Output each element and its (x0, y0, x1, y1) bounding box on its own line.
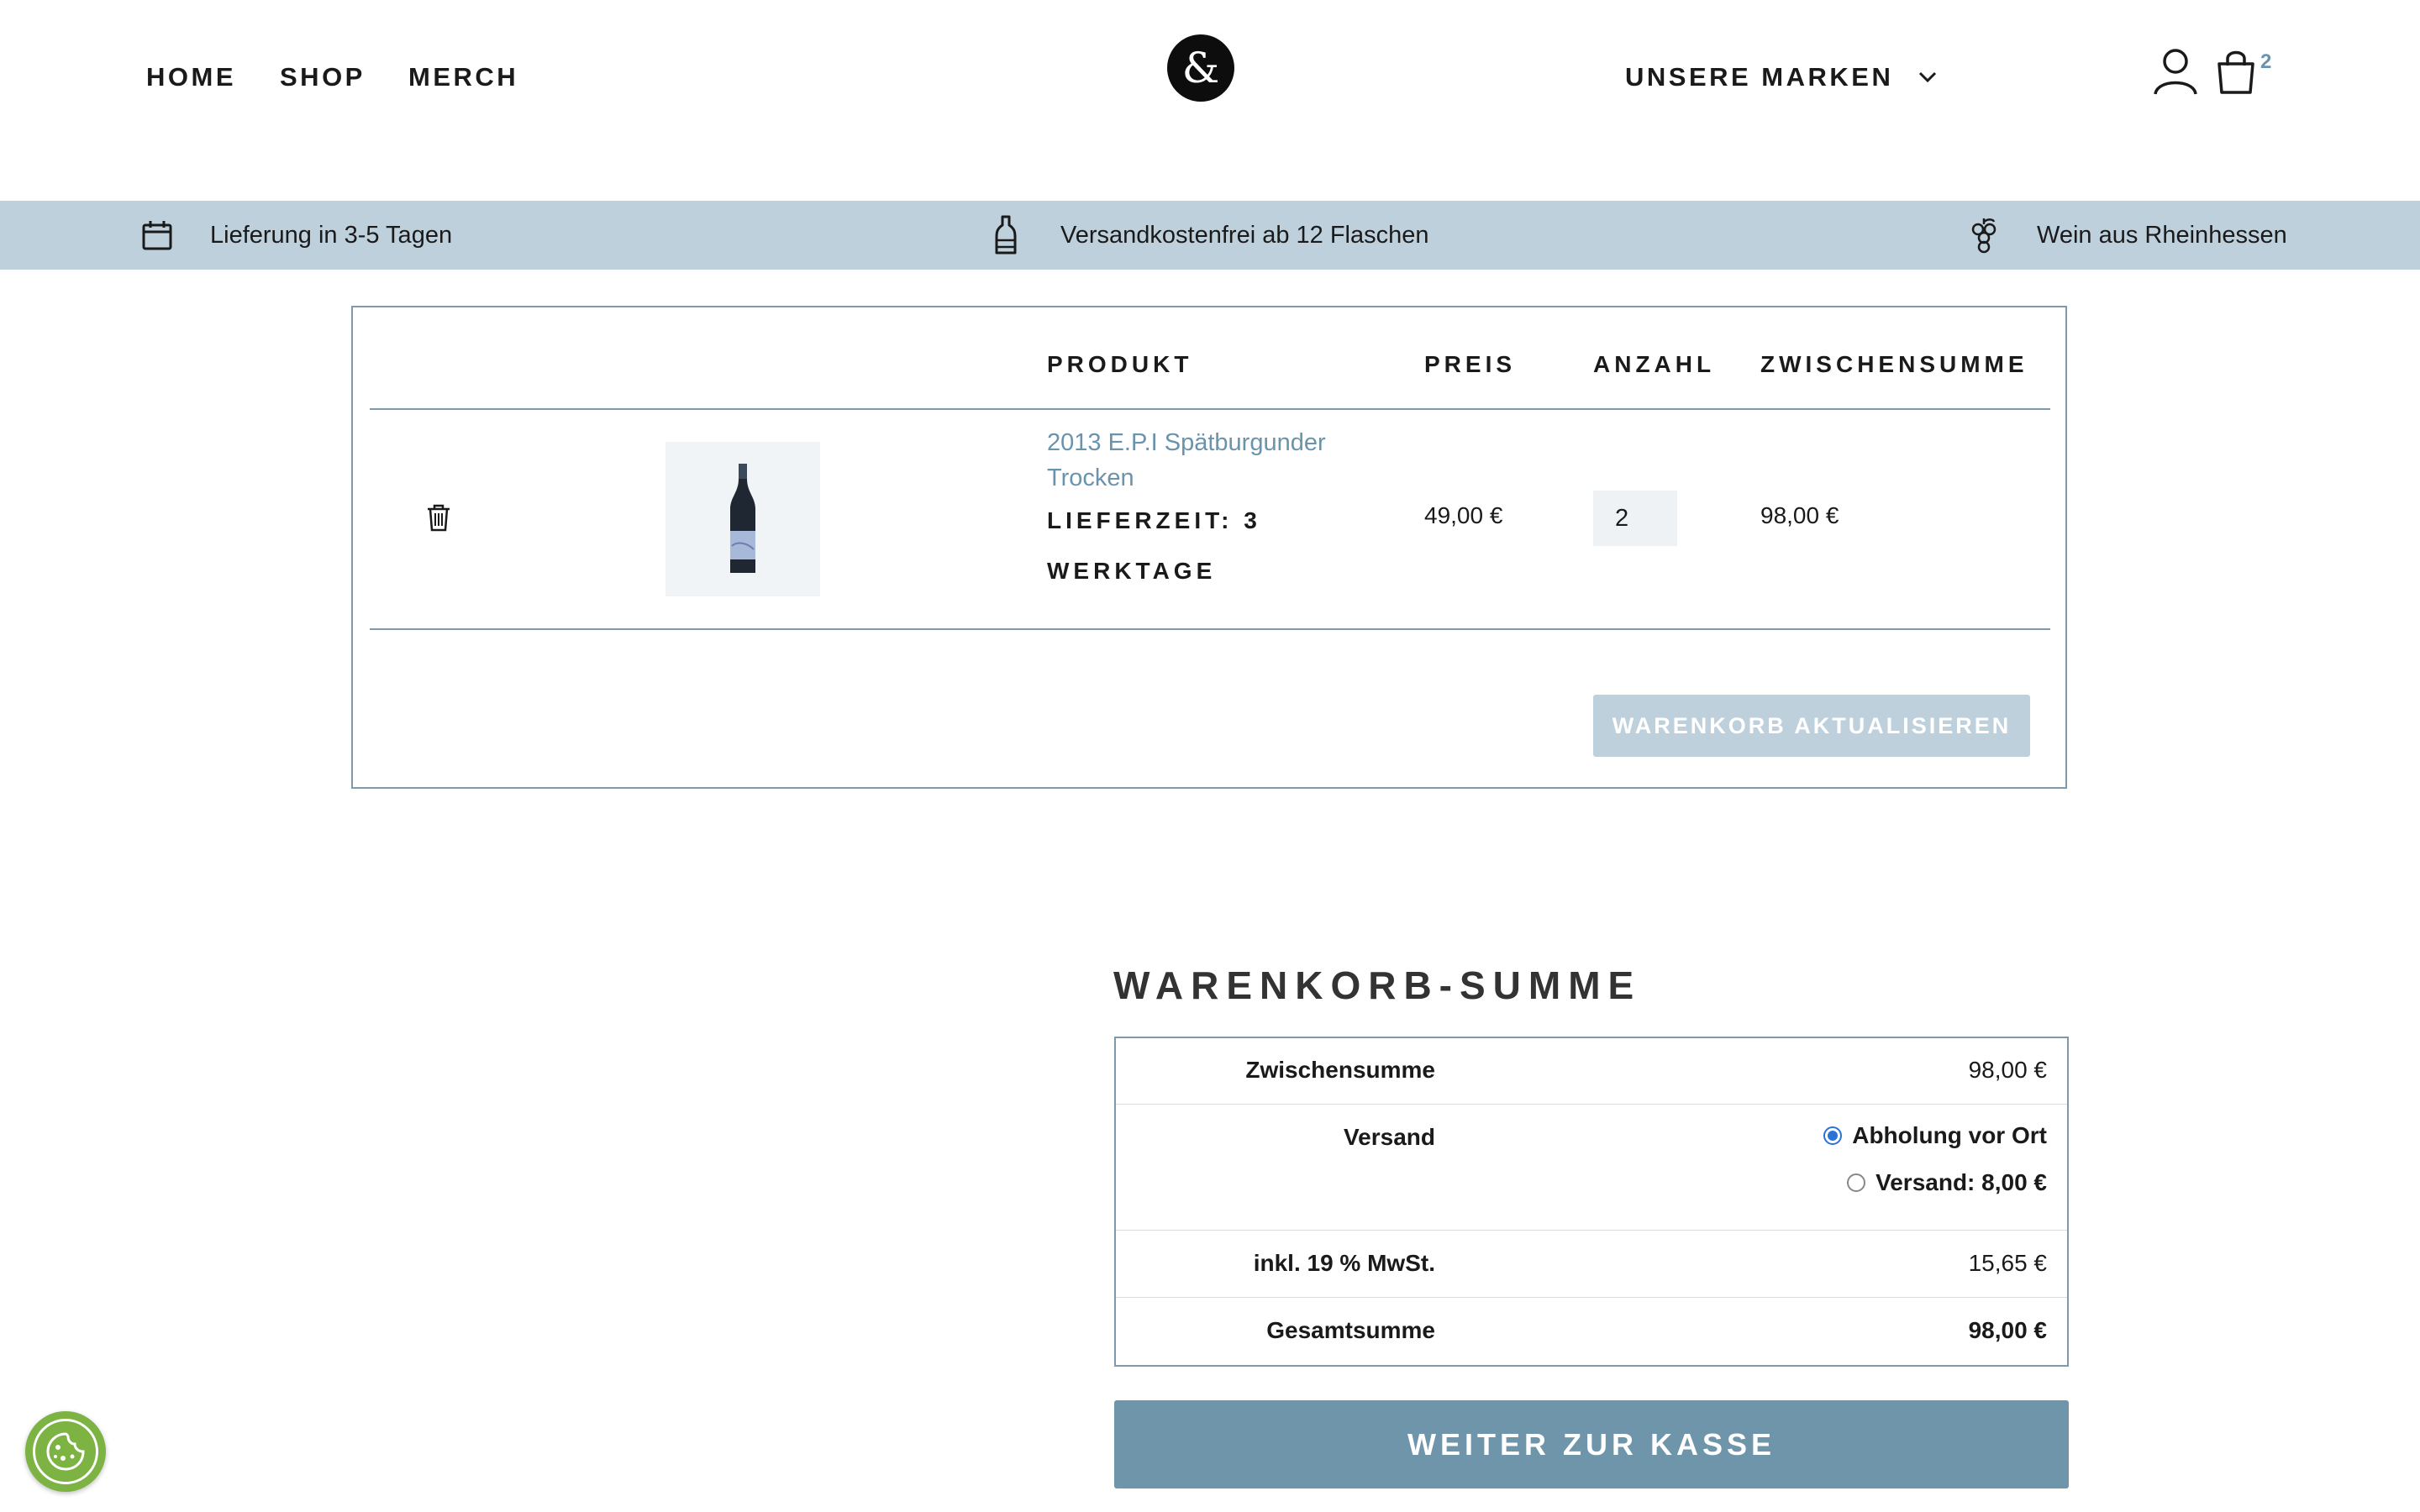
col-header-product: PRODUKT (1047, 351, 1193, 377)
delivery-time-note: LIEFERZEIT: 3 WERKTAGE (1047, 496, 1383, 596)
product-name-line2: Trocken (1047, 465, 1134, 491)
user-icon (2154, 49, 2197, 95)
item-price: 49,00 € (1424, 502, 1503, 528)
cart-totals-table: Zwischensumme 98,00 € Versand Abholung v… (1114, 1037, 2069, 1367)
info-delivery-text: Lieferung in 3-5 Tagen (210, 221, 453, 249)
shopping-bag-icon (2217, 50, 2254, 94)
delivery-radio[interactable] (1847, 1173, 1866, 1192)
product-name-link[interactable]: 2013 E.P.I Spätburgunder Trocken (1047, 425, 1383, 496)
cart-count-badge: 2 (2260, 50, 2272, 73)
calendar-icon (142, 221, 172, 250)
table-divider (370, 628, 2050, 630)
pickup-radio[interactable] (1823, 1126, 1843, 1145)
product-thumbnail[interactable] (666, 442, 820, 596)
subtotal-value: 98,00 € (1968, 1057, 2047, 1083)
checkout-button[interactable]: WEITER ZUR KASSE (1114, 1400, 2069, 1488)
total-value: 98,00 € (1968, 1317, 2047, 1343)
col-header-subtotal: ZWISCHENSUMME (1760, 351, 2028, 377)
nav-merch[interactable]: MERCH (408, 59, 518, 96)
product-info: 2013 E.P.I Spätburgunder Trocken LIEFERZ… (1047, 425, 1383, 596)
product-name-line1: 2013 E.P.I Spätburgunder (1047, 429, 1326, 456)
shipping-option-pickup[interactable]: Abholung vor Ort (1823, 1122, 2047, 1149)
trash-icon (428, 504, 450, 532)
info-delivery: Lieferung in 3-5 Tagen (141, 201, 452, 270)
item-subtotal: 98,00 € (1760, 502, 1839, 528)
info-origin-text: Wein aus Rheinhessen (2037, 221, 2287, 249)
nav-home[interactable]: HOME (146, 59, 236, 96)
delivery-label: Versand: 8,00 € (1876, 1169, 2047, 1195)
remove-item-button[interactable] (425, 502, 452, 533)
tax-value: 15,65 € (1968, 1250, 2047, 1276)
delivery-time-line1: LIEFERZEIT: 3 (1047, 507, 1261, 533)
brands-dropdown[interactable]: UNSERE MARKEN (1625, 59, 1937, 96)
wine-bottle-image (730, 464, 755, 573)
tax-label: inkl. 19 % MwSt. (1253, 1250, 1435, 1276)
grapes-icon (1971, 218, 1996, 254)
cookie-icon (33, 1419, 98, 1484)
account-button[interactable] (2153, 47, 2198, 96)
update-cart-button[interactable]: WARENKORB AKTUALISIEREN (1593, 695, 2030, 757)
col-header-price: PREIS (1424, 351, 1517, 377)
info-origin: Wein aus Rheinhessen (1968, 201, 2287, 270)
shipping-label: Versand (1344, 1124, 1435, 1150)
cart-button[interactable] (2215, 47, 2257, 94)
info-shipping: Versandkostenfrei ab 12 Flaschen (995, 201, 1429, 270)
col-header-quantity: ANZAHL (1593, 351, 1716, 377)
info-shipping-text: Versandkostenfrei ab 12 Flaschen (1060, 221, 1429, 249)
shipping-option-delivery[interactable]: Versand: 8,00 € (1847, 1169, 2047, 1196)
row-divider (1116, 1104, 2067, 1105)
logo[interactable]: & (1166, 34, 1235, 102)
svg-text:&: & (1182, 44, 1220, 92)
cart-totals-title: WARENKORB-SUMME (1113, 963, 1642, 1007)
brands-dropdown-label: UNSERE MARKEN (1625, 62, 1894, 92)
row-divider (1116, 1297, 2067, 1298)
delivery-time-line2: WERKTAGE (1047, 558, 1217, 584)
pickup-label: Abholung vor Ort (1852, 1122, 2047, 1148)
table-divider (370, 408, 2050, 410)
bottle-icon (995, 215, 1017, 255)
cookie-settings-button[interactable] (25, 1411, 106, 1492)
ampersand-logo-icon: & (1167, 34, 1234, 102)
quantity-input[interactable] (1593, 491, 1677, 546)
chevron-down-icon (1919, 71, 1937, 83)
total-label: Gesamtsumme (1266, 1317, 1435, 1343)
nav-shop[interactable]: SHOP (280, 59, 366, 96)
subtotal-label: Zwischensumme (1245, 1057, 1435, 1083)
row-divider (1116, 1230, 2067, 1231)
info-bar: Lieferung in 3-5 Tagen Versandkostenfrei… (0, 201, 2420, 270)
